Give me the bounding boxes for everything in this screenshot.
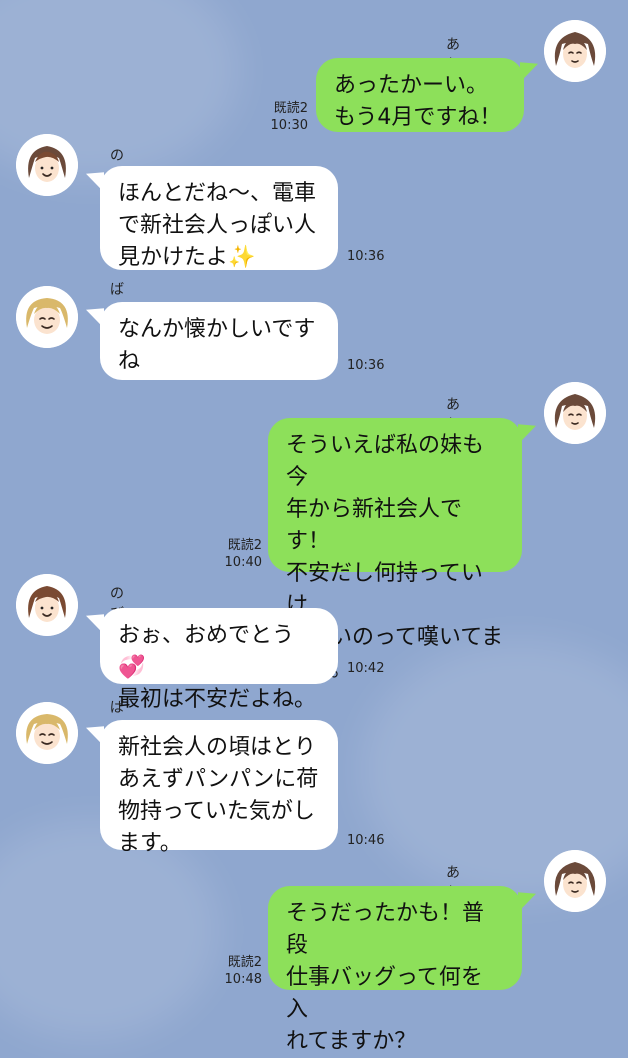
message-bubble[interactable]: あったかーい。 もう4月ですね！ [316,58,524,132]
amu-avatar[interactable] [544,850,606,912]
timestamp: 10:42 [347,661,385,676]
amu-avatar[interactable] [544,20,606,82]
message-bubble[interactable]: おぉ、おめでとう💞 最初は不安だよね。 [100,608,338,712]
bassa-avatar[interactable] [16,702,78,764]
message-bubble[interactable]: 新社会人の頃はとり あえずパンパンに荷 物持っていた気がし ます。 [100,720,338,856]
read-status: 既読2 [227,538,262,553]
read-status: 既読2 [227,955,262,970]
nobiko-avatar[interactable] [16,574,78,636]
timestamp: 10:30 [270,118,308,133]
timestamp: 10:48 [224,972,262,987]
timestamp: 10:46 [347,833,385,848]
nobiko-avatar[interactable] [16,134,78,196]
amu-avatar[interactable] [544,382,606,444]
timestamp: 10:36 [347,358,385,373]
message-bubble[interactable]: ほんとだね〜、電車 で新社会人っぽい人 見かけたよ✨ [100,166,338,270]
timestamp: 10:36 [347,249,385,264]
bassa-avatar[interactable] [16,286,78,348]
read-status: 既読2 [273,101,308,116]
message-bubble[interactable]: なんか懐かしいです ね [100,302,338,380]
message-bubble[interactable]: そうだったかも！普段 仕事バッグって何を入 れてますか？ [268,886,522,1054]
timestamp: 10:40 [224,555,262,570]
message-bubble[interactable]: そういえば私の妹も今 年から新社会人です！ 不安だし何持っていけ ばいいのって嘆… [268,418,522,682]
